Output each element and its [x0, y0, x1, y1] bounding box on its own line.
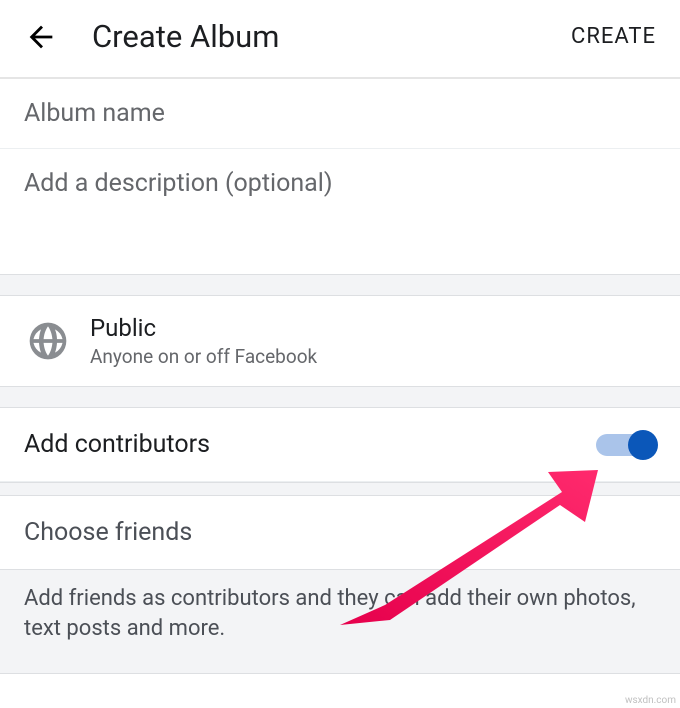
section-gap: [0, 386, 680, 408]
globe-icon: [24, 317, 72, 365]
section-gap: [0, 482, 680, 496]
choose-friends-row[interactable]: Choose friends: [0, 496, 680, 569]
add-contributors-row: Add contributors: [0, 408, 680, 482]
choose-friends-label: Choose friends: [24, 518, 656, 547]
album-name-input[interactable]: Album name: [0, 79, 680, 149]
privacy-subtitle: Anyone on or off Facebook: [90, 345, 317, 368]
album-fields-section: Album name Add a description (optional): [0, 79, 680, 274]
create-button[interactable]: CREATE: [571, 24, 656, 49]
header: Create Album CREATE: [0, 0, 680, 79]
contributors-toggle[interactable]: [596, 431, 656, 459]
privacy-selector[interactable]: Public Anyone on or off Facebook: [0, 296, 680, 386]
arrow-left-icon: [24, 20, 58, 54]
description-input[interactable]: Add a description (optional): [0, 149, 680, 274]
section-gap: [0, 274, 680, 296]
add-contributors-label: Add contributors: [24, 430, 596, 459]
privacy-title: Public: [90, 314, 317, 342]
watermark: wsxdn.com: [625, 695, 676, 706]
toggle-knob: [628, 430, 658, 460]
back-button[interactable]: [24, 20, 68, 54]
page-title: Create Album: [92, 18, 571, 55]
privacy-text: Public Anyone on or off Facebook: [90, 314, 317, 368]
contributors-helper-text: Add friends as contributors and they can…: [0, 569, 680, 674]
